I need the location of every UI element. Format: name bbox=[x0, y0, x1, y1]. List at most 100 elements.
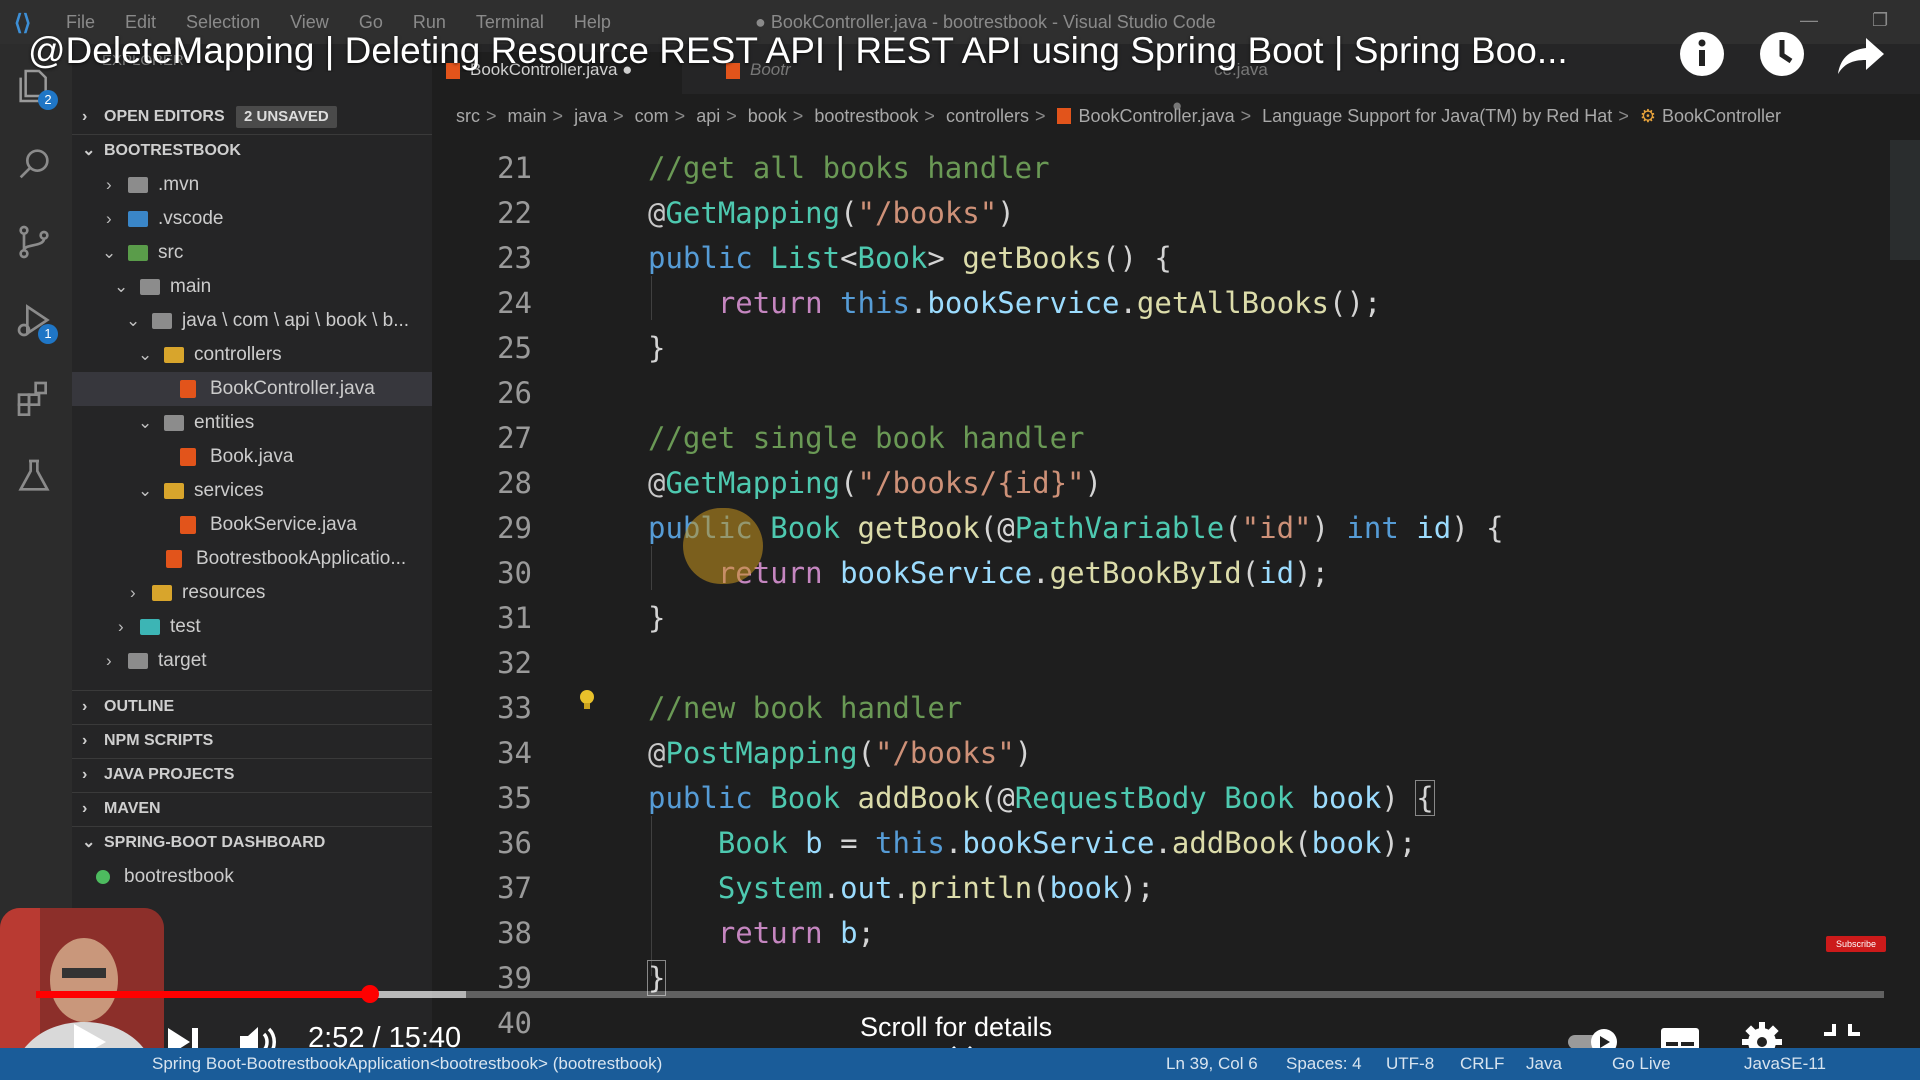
outline-section[interactable]: › OUTLINE bbox=[72, 690, 432, 724]
status-indentation[interactable]: Spaces: 4 bbox=[1286, 1054, 1362, 1074]
code-line-33[interactable]: //new book handler bbox=[648, 691, 962, 725]
run-debug-icon[interactable]: 1 bbox=[14, 300, 58, 344]
chevron-right-icon: › bbox=[106, 651, 112, 670]
spring-boot-dashboard-section[interactable]: ⌄ SPRING-BOOT DASHBOARD bbox=[72, 826, 432, 860]
code-line-34[interactable]: @PostMapping("/books") bbox=[648, 736, 1032, 770]
dashboard-app-item[interactable]: bootrestbook bbox=[72, 860, 432, 894]
chevron-right-icon: › bbox=[118, 617, 124, 636]
chevron-down-icon: ⌄ bbox=[114, 277, 129, 296]
search-icon[interactable] bbox=[14, 144, 58, 188]
subscribe-badge[interactable]: Subscribe bbox=[1826, 936, 1886, 952]
class-icon: ⚙ bbox=[1639, 106, 1656, 126]
tree-item-test[interactable]: › test bbox=[72, 610, 432, 644]
open-editors-section[interactable]: › OPEN EDITORS 2 UNSAVED bbox=[72, 100, 432, 134]
code-line-24[interactable]: return this.bookService.getAllBooks(); bbox=[648, 286, 1382, 320]
chevron-down-icon: ⌄ bbox=[82, 834, 96, 851]
scrubber-handle[interactable] bbox=[361, 985, 379, 1003]
crumb-bootrestbook[interactable]: bootrestbook bbox=[814, 106, 918, 126]
lightbulb-icon[interactable] bbox=[578, 688, 596, 712]
tree-item-src[interactable]: ⌄ src bbox=[72, 236, 432, 270]
crumb-src[interactable]: src bbox=[456, 106, 480, 126]
chevron-down-icon: ⌄ bbox=[126, 311, 141, 330]
tree-item-main[interactable]: ⌄ main bbox=[72, 270, 432, 304]
npm-scripts-section[interactable]: › NPM SCRIPTS bbox=[72, 724, 432, 758]
status-eol[interactable]: CRLF bbox=[1460, 1054, 1504, 1074]
code-line-23[interactable]: public List<Book> getBooks() { bbox=[648, 241, 1172, 275]
chevron-down-icon: ⌄ bbox=[138, 345, 153, 364]
status-go-live[interactable]: Go Live bbox=[1612, 1054, 1671, 1074]
line-number: 30 bbox=[497, 556, 532, 590]
status-encoding[interactable]: UTF-8 bbox=[1386, 1054, 1434, 1074]
crumb-api[interactable]: api bbox=[696, 106, 720, 126]
code-line-36[interactable]: Book b = this.bookService.addBook(book); bbox=[648, 826, 1416, 860]
line-number: 38 bbox=[497, 916, 532, 950]
code-line-22[interactable]: @GetMapping("/books") bbox=[648, 196, 1015, 230]
crumb-java[interactable]: java bbox=[574, 106, 607, 126]
breadcrumb: src > main > java > com > api > book > bootres… bbox=[456, 106, 1782, 126]
code-line-21[interactable]: //get all books handler bbox=[648, 151, 1050, 185]
tree-item-controllers[interactable]: ⌄ controllers bbox=[72, 338, 432, 372]
chevron-down-icon: ⌄ bbox=[138, 481, 153, 500]
crumb-com[interactable]: com bbox=[635, 106, 669, 126]
line-number: 31 bbox=[497, 601, 532, 635]
tree-item-services[interactable]: ⌄ services bbox=[72, 474, 432, 508]
line-number: 24 bbox=[497, 286, 532, 320]
chevron-right-icon: › bbox=[130, 583, 136, 602]
crumb-controllers[interactable]: controllers bbox=[946, 106, 1029, 126]
code-line-31[interactable]: } bbox=[648, 601, 665, 635]
tree-item-vscode[interactable]: › .vscode bbox=[72, 202, 432, 236]
tree-item-application[interactable]: BootrestbookApplicatio... bbox=[72, 542, 432, 576]
java-file-icon bbox=[166, 550, 182, 568]
line-number: 21 bbox=[497, 151, 532, 185]
crumb-class[interactable]: BookController bbox=[1662, 106, 1781, 126]
code-line-39[interactable]: } bbox=[646, 960, 667, 996]
code-line-25[interactable]: } bbox=[648, 331, 665, 365]
status-run-config[interactable]: Spring Boot-BootrestbookApplication<boot… bbox=[152, 1054, 662, 1074]
status-jdk[interactable]: JavaSE-11 bbox=[1744, 1054, 1826, 1074]
cursor-highlight bbox=[683, 508, 763, 584]
tree-item-java-package[interactable]: ⌄ java \ com \ api \ book \ b... bbox=[72, 304, 432, 338]
code-line-35[interactable]: public Book addBook(@RequestBody Book bo… bbox=[648, 780, 1435, 816]
folder-icon bbox=[140, 619, 160, 635]
chevron-right-icon: › bbox=[82, 108, 88, 125]
explorer-icon[interactable]: 2 bbox=[14, 66, 58, 110]
tree-item-bookcontroller[interactable]: BookController.java bbox=[72, 372, 432, 406]
code-line-38[interactable]: return b; bbox=[648, 916, 875, 950]
folder-icon bbox=[128, 653, 148, 669]
project-section[interactable]: ⌄ BOOTRESTBOOK bbox=[72, 134, 432, 168]
tree-item-book[interactable]: Book.java bbox=[72, 440, 432, 474]
tree-item-mvn[interactable]: › .mvn bbox=[72, 168, 432, 202]
java-file-icon bbox=[180, 448, 196, 466]
code-line-27[interactable]: //get single book handler bbox=[648, 421, 1085, 455]
code-line-28[interactable]: @GetMapping("/books/{id}") bbox=[648, 466, 1102, 500]
line-number: 26 bbox=[497, 376, 532, 410]
watch-later-icon[interactable] bbox=[1756, 28, 1808, 80]
code-line-37[interactable]: System.out.println(book); bbox=[648, 871, 1155, 905]
chevron-right-icon: › bbox=[82, 766, 88, 783]
source-control-icon[interactable] bbox=[14, 222, 58, 266]
tree-item-resources[interactable]: › resources bbox=[72, 576, 432, 610]
scroll-for-details[interactable]: Scroll for details bbox=[860, 1012, 1052, 1043]
testing-icon[interactable] bbox=[14, 456, 58, 500]
run-badge: 1 bbox=[38, 324, 58, 344]
extensions-icon[interactable] bbox=[14, 378, 58, 422]
info-icon[interactable] bbox=[1676, 28, 1728, 80]
tree-item-entities[interactable]: ⌄ entities bbox=[72, 406, 432, 440]
chevron-down-icon: ⌄ bbox=[102, 243, 117, 262]
status-language[interactable]: Java bbox=[1526, 1054, 1562, 1074]
line-number: 36 bbox=[497, 826, 532, 860]
minimap[interactable] bbox=[1890, 140, 1920, 260]
chevron-right-icon: › bbox=[106, 209, 112, 228]
share-icon[interactable] bbox=[1836, 28, 1888, 80]
java-projects-section[interactable]: › JAVA PROJECTS bbox=[72, 758, 432, 792]
crumb-book[interactable]: book bbox=[748, 106, 787, 126]
tree-item-bookservice[interactable]: BookService.java bbox=[72, 508, 432, 542]
code-line-29[interactable]: public Book getBook(@PathVariable("id") … bbox=[648, 511, 1504, 545]
crumb-main[interactable]: main bbox=[508, 106, 547, 126]
maven-section[interactable]: › MAVEN bbox=[72, 792, 432, 826]
folder-icon bbox=[128, 211, 148, 227]
tree-item-target[interactable]: › target bbox=[72, 644, 432, 678]
crumb-language[interactable]: Language Support for Java(TM) by Red Hat bbox=[1262, 106, 1612, 126]
crumb-file[interactable]: BookController.java bbox=[1079, 106, 1235, 126]
status-cursor-position[interactable]: Ln 39, Col 6 bbox=[1166, 1054, 1258, 1074]
